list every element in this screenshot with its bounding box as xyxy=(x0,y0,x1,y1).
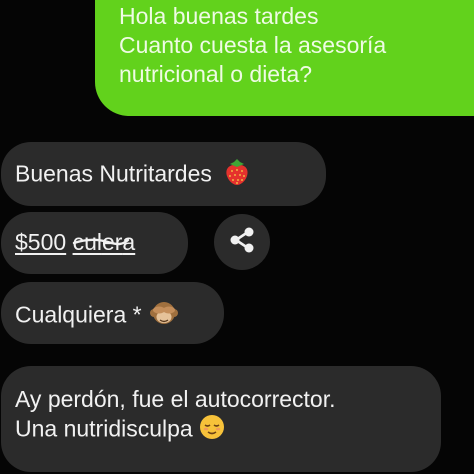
apology-line-1: Ay perdón, fue el autocorrector. xyxy=(15,386,336,412)
sent-message-bubble[interactable]: Hola buenas tardes Cuanto cuesta la ases… xyxy=(95,0,474,116)
strawberry-icon xyxy=(224,158,250,193)
apology-line-2: Una nutridisculpa xyxy=(15,414,441,447)
reply-message-bubble[interactable]: Cualquiera * xyxy=(1,282,224,344)
sent-message-line-2: Cuanto cuesta la asesoría xyxy=(119,32,387,58)
see-no-evil-monkey-icon xyxy=(149,299,178,334)
share-icon xyxy=(227,225,257,260)
chat-screen: Hola buenas tardes Cuanto cuesta la ases… xyxy=(0,0,474,474)
price-message-bubble[interactable]: $500 culera xyxy=(1,212,188,274)
sent-message-line-3: nutricional o dieta? xyxy=(119,61,313,87)
corrected-word: culera xyxy=(72,228,135,257)
apology-message-bubble[interactable]: Ay perdón, fue el autocorrector. Una nut… xyxy=(1,366,441,472)
strikethrough-scribble xyxy=(72,238,129,246)
greeting-text: Buenas Nutritardes xyxy=(15,160,212,187)
relieved-face-icon xyxy=(199,414,225,447)
sent-message-line-1: Hola buenas tardes xyxy=(119,3,319,29)
apology-line-2-text: Una nutridisculpa xyxy=(15,415,193,442)
greeting-message-bubble[interactable]: Buenas Nutritardes xyxy=(1,142,326,206)
price-amount: $500 xyxy=(15,229,67,255)
reply-text: Cualquiera * xyxy=(15,301,142,328)
share-button[interactable] xyxy=(214,214,270,270)
